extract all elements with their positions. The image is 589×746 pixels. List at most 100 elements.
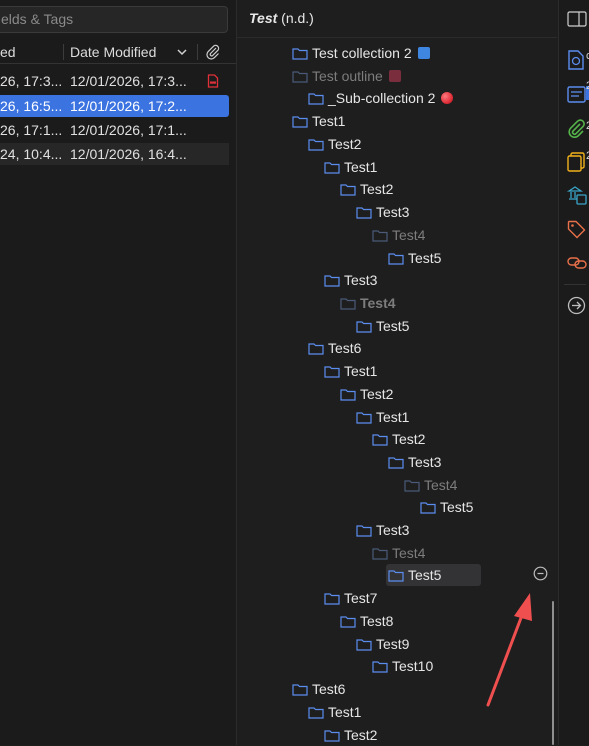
sidenav-divider <box>564 284 586 285</box>
item-title[interactable]: Test (n.d.) <box>249 10 314 26</box>
folder-icon <box>292 71 308 83</box>
tree-item-label: Test outline <box>312 68 383 84</box>
tree-item-label: _Sub-collection 2 <box>328 90 436 106</box>
tree-item-collection[interactable]: Test5 <box>388 247 441 269</box>
tree-item-label: Test2 <box>392 431 426 447</box>
related-icon[interactable] <box>567 255 587 271</box>
column-date-modified[interactable]: Date Modified <box>70 41 190 63</box>
tree-item-collection[interactable]: Test2 <box>340 383 393 405</box>
tree-item-collection[interactable]: Test7 <box>324 587 377 609</box>
folder-icon <box>388 457 404 469</box>
tree-item-collection[interactable]: Test outline <box>292 65 401 87</box>
item-pane-sidenav: c 2 2 2 <box>558 0 589 745</box>
cell-date-modified: 12/01/2026, 17:3... <box>70 73 187 89</box>
item-date: (n.d.) <box>281 10 314 26</box>
chevron-down-icon[interactable] <box>176 46 188 58</box>
paperclip-icon[interactable] <box>205 44 221 60</box>
color-dot <box>441 92 454 104</box>
tree-item-collection[interactable]: Test4 <box>372 542 425 564</box>
toggle-pane-icon[interactable] <box>567 10 587 28</box>
folder-icon <box>324 275 340 287</box>
libraries-icon[interactable] <box>567 185 587 205</box>
table-row[interactable]: 24, 10:4... 12/01/2026, 16:4... <box>0 143 229 165</box>
column-separator[interactable] <box>63 44 64 60</box>
tree-item-collection[interactable]: Test3 <box>324 269 377 291</box>
search-input[interactable]: elds & Tags <box>0 6 228 33</box>
folder-icon <box>388 253 404 265</box>
tree-item-label: Test5 <box>408 567 442 583</box>
notes-icon[interactable] <box>567 152 586 172</box>
tree-item-collection[interactable]: Test1 <box>308 701 361 723</box>
folder-icon <box>324 162 340 174</box>
folder-icon <box>308 343 324 355</box>
attachments-icon[interactable] <box>567 119 586 138</box>
folder-icon <box>356 321 372 333</box>
tree-item-label: Test7 <box>344 590 378 606</box>
tree-item-collection[interactable]: Test8 <box>340 610 393 632</box>
scrollbar[interactable] <box>552 601 554 745</box>
table-row[interactable]: 26, 17:1... 12/01/2026, 17:1... <box>0 119 229 141</box>
table-row[interactable]: 26, 17:3... 12/01/2026, 17:3... <box>0 70 229 92</box>
tree-item-collection[interactable]: Test4 <box>340 292 396 314</box>
info-icon[interactable] <box>567 50 585 70</box>
tree-item-label: Test9 <box>376 636 410 652</box>
color-swatch <box>417 47 430 59</box>
tree-item-collection[interactable]: Test5 <box>420 496 473 518</box>
pdf-icon[interactable] <box>207 74 219 88</box>
folder-icon <box>420 502 436 514</box>
folder-icon <box>404 480 420 492</box>
tree-item-collection[interactable]: Test3 <box>356 519 409 541</box>
abstract-icon[interactable] <box>567 86 586 103</box>
tree-item-collection[interactable]: Test collection 2 <box>292 42 430 64</box>
tree-item-label: Test6 <box>328 340 362 356</box>
cell-date-modified: 12/01/2026, 17:2... <box>70 98 187 114</box>
tree-item-collection[interactable]: Test4 <box>372 224 425 246</box>
tree-item-label: Test3 <box>376 522 410 538</box>
tags-icon[interactable] <box>567 220 586 239</box>
tree-item-collection[interactable]: Test1 <box>356 406 409 428</box>
tree-item-collection[interactable]: Test2 <box>308 133 361 155</box>
tree-item-label: Test5 <box>440 499 474 515</box>
tree-item-label: Test4 <box>360 295 396 311</box>
tree-item-label: Test1 <box>328 704 362 720</box>
column-date-added[interactable]: ed <box>0 41 62 63</box>
tree-item-collection[interactable]: Test9 <box>356 633 409 655</box>
item-title-text: Test <box>249 10 278 26</box>
column-separator[interactable] <box>197 44 198 60</box>
tree-item-label: Test2 <box>360 181 394 197</box>
folder-icon <box>308 707 324 719</box>
folder-icon <box>372 661 388 673</box>
folder-icon <box>308 139 324 151</box>
locate-icon[interactable] <box>567 296 586 315</box>
remove-circle-icon[interactable] <box>533 566 548 581</box>
tree-item-collection[interactable]: Test6 <box>308 337 361 359</box>
tree-item-collection[interactable]: _Sub-collection 2 <box>308 87 454 109</box>
tree-item-collection[interactable]: Test6 <box>292 678 345 700</box>
tree-item-collection[interactable]: Test4 <box>404 474 457 496</box>
tree-item-collection[interactable]: Test2 <box>324 724 377 746</box>
tree-item-label: Test collection 2 <box>312 45 412 61</box>
tree-item-label: Test2 <box>344 727 378 743</box>
tree-item-collection[interactable]: Test5 <box>386 564 482 586</box>
tree-item-collection[interactable]: Test3 <box>388 451 441 473</box>
tree-item-collection[interactable]: Test5 <box>356 315 409 337</box>
folder-icon <box>372 230 388 242</box>
tree-item-label: Test1 <box>344 363 378 379</box>
item-pane-header: Test (n.d.) <box>237 0 557 38</box>
tree-item-collection[interactable]: Test3 <box>356 201 409 223</box>
tree-item-collection[interactable]: Test2 <box>372 428 425 450</box>
tree-item-collection[interactable]: Test1 <box>324 360 377 382</box>
color-swatch <box>388 70 401 82</box>
annotation-arrow <box>486 593 532 707</box>
tree-item-collection[interactable]: Test1 <box>324 156 377 178</box>
folder-icon <box>340 616 356 628</box>
tree-item-collection[interactable]: Test10 <box>372 655 433 677</box>
tree-item-label: Test3 <box>344 272 378 288</box>
cell-date-modified: 12/01/2026, 17:1... <box>70 122 187 138</box>
tree-item-label: Test6 <box>312 681 346 697</box>
folder-icon <box>356 525 372 537</box>
tree-item-collection[interactable]: Test2 <box>340 178 393 200</box>
table-row[interactable]: 26, 16:5... 12/01/2026, 17:2... <box>0 95 229 117</box>
tree-item-collection[interactable]: Test1 <box>292 110 345 132</box>
folder-icon <box>324 730 340 742</box>
